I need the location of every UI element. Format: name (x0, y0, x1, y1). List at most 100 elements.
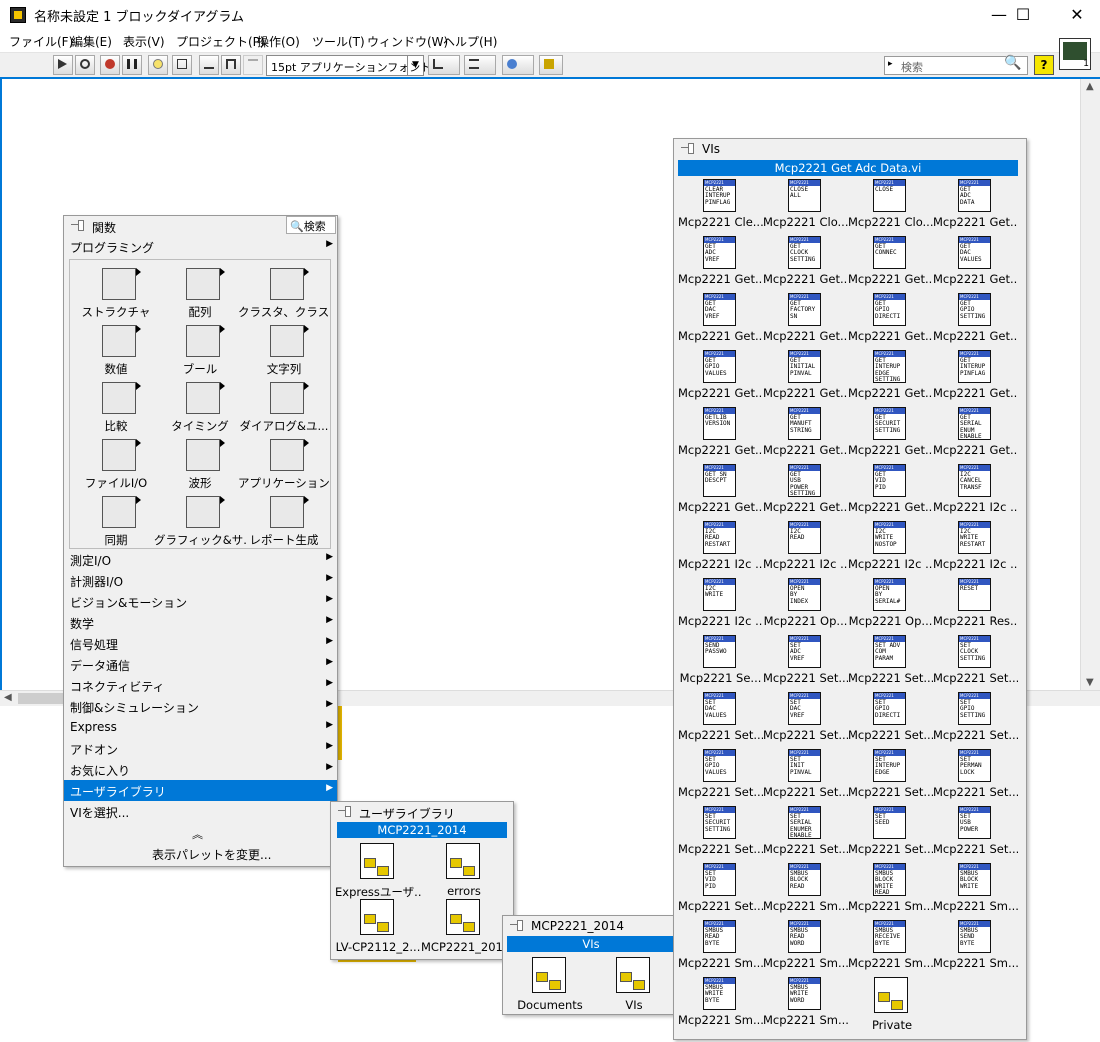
vi-item[interactable]: MCP2221 SMBUS RECEIVE BYTE Mcp2221 Sm... (848, 916, 933, 973)
align-objects-button[interactable] (428, 55, 460, 75)
mcp2221-folder-item[interactable]: MCP2221_2014 (421, 896, 507, 954)
vi-item[interactable]: MCP2221 CLOSE ALL Mcp2221 Clo... (763, 175, 848, 232)
reorder-button[interactable] (502, 55, 534, 75)
close-button[interactable]: ✕ (1054, 0, 1100, 30)
documents-folder-item[interactable]: Documents (507, 954, 593, 1012)
pin-icon[interactable] (337, 805, 351, 817)
run-button[interactable] (53, 55, 73, 75)
category-application-control[interactable]: アプリケーション... (238, 433, 330, 490)
vi-item[interactable]: MCP2221 I2C READ RESTART Mcp2221 I2c ... (678, 517, 763, 574)
category-array[interactable]: 配列 (154, 262, 246, 319)
vi-item[interactable]: MCP2221 SMBUS BLOCK WRITE Mcp2221 Sm... (933, 859, 1018, 916)
palette-item-user-libraries[interactable]: ユーザライブラリ ▶ (64, 780, 337, 801)
vi-item[interactable]: MCP2221 SET CLOCK SETTING Mcp2221 Set... (933, 631, 1018, 688)
pin-icon[interactable] (70, 219, 84, 231)
palette-item-data-communication[interactable]: データ通信 ▶ (64, 654, 337, 675)
vi-item[interactable]: MCP2221 OPEN BY INDEX Mcp2221 Op... (763, 574, 848, 631)
distribute-objects-button[interactable] (464, 55, 496, 75)
vi-item[interactable]: MCP2221 SMBUS READ WORD Mcp2221 Sm... (763, 916, 848, 973)
vi-item[interactable]: MCP2221 CLOSE Mcp2221 Clo... (848, 175, 933, 232)
category-cluster[interactable]: クラスタ、クラス... (238, 262, 330, 319)
vis-folder-item[interactable]: VIs (591, 954, 677, 1012)
pin-icon[interactable] (680, 142, 694, 154)
menu-project[interactable]: プロジェクト(P) (176, 33, 265, 50)
step-out-button[interactable] (243, 55, 263, 75)
highlight-execution-button[interactable] (148, 55, 168, 75)
palette-item-connectivity[interactable]: コネクティビティ ▶ (64, 675, 337, 696)
vi-item[interactable]: MCP2221 I2C WRITE NOSTOP Mcp2221 I2c ... (848, 517, 933, 574)
vertical-scrollbar[interactable]: ▲ ▼ (1080, 79, 1100, 690)
vi-item[interactable]: MCP2221 GET SECURIT SETTING Mcp2221 Get... (848, 403, 933, 460)
category-numeric[interactable]: 数値 (70, 319, 162, 376)
vi-item[interactable]: MCP2221 SMBUS WRITE BYTE Mcp2221 Sm... (678, 973, 763, 1030)
vi-item[interactable]: MCP2221 GET DAC VALUES Mcp2221 Get... (933, 232, 1018, 289)
scroll-down-icon[interactable]: ▼ (1086, 677, 1094, 688)
vi-icon[interactable]: 1 (1059, 38, 1091, 70)
vi-item[interactable]: MCP2221 GET ADC DATA Mcp2221 Get... (933, 175, 1018, 232)
font-select[interactable]: 15pt アプリケーションフォント ▼ (266, 55, 431, 76)
vi-item[interactable]: MCP2221 GETLIB VERSION Mcp2221 Get... (678, 403, 763, 460)
search-icon[interactable]: 🔍 (1004, 55, 1021, 71)
vi-item[interactable]: MCP2221 GET ADC VREF Mcp2221 Get... (678, 232, 763, 289)
vi-item[interactable]: MCP2221 GET INTERUP EDGE SETTING Mcp2221 G… (848, 346, 933, 403)
palette-item-instrument-io[interactable]: 計測器I/O ▶ (64, 570, 337, 591)
vi-item[interactable]: MCP2221 SEND PASSWO Mcp2221 Se... (678, 631, 763, 688)
errors-folder-item[interactable]: errors (421, 840, 507, 898)
vi-item[interactable]: MCP2221 GET USB POWER SETTING Mcp2221 Get.… (763, 460, 848, 517)
vi-item[interactable]: MCP2221 SET SERIAL ENUMER ENABLE Mcp2221 S… (763, 802, 848, 859)
vi-item[interactable]: MCP2221 I2C READ Mcp2221 I2c ... (763, 517, 848, 574)
vi-item[interactable]: MCP2221 SET DAC VREF Mcp2221 Set... (763, 688, 848, 745)
vi-item[interactable]: MCP2221 SMBUS READ BYTE Mcp2221 Sm... (678, 916, 763, 973)
palette-item-signal-processing[interactable]: 信号処理 ▶ (64, 633, 337, 654)
pin-icon[interactable] (509, 919, 523, 931)
vi-item[interactable]: MCP2221 SET SECURIT SETTING Mcp2221 Set... (678, 802, 763, 859)
menu-edit[interactable]: 編集(E) (71, 33, 112, 50)
vi-item[interactable]: MCP2221 GET VID PID Mcp2221 Get... (848, 460, 933, 517)
abort-button[interactable] (100, 55, 120, 75)
scroll-up-icon[interactable]: ▲ (1086, 81, 1094, 92)
vi-item[interactable]: MCP2221 GET MANUFT STRING Mcp2221 Get... (763, 403, 848, 460)
vi-item[interactable]: MCP2221 I2C CANCEL TRANSF Mcp2221 I2c ... (933, 460, 1018, 517)
vi-item[interactable]: MCP2221 I2C WRITE RESTART Mcp2221 I2c ... (933, 517, 1018, 574)
vi-item[interactable]: MCP2221 SMBUS WRITE WORD Mcp2221 Sm... (763, 973, 848, 1030)
menu-view[interactable]: 表示(V) (123, 33, 165, 50)
vi-item[interactable]: MCP2221 SMBUS BLOCK WRITE READ Mcp2221 Sm.… (848, 859, 933, 916)
private-folder-item[interactable]: Private (849, 974, 935, 1032)
pause-button[interactable] (122, 55, 142, 75)
vi-item[interactable]: MCP2221 GET INITIAL PINVAL Mcp2221 Get... (763, 346, 848, 403)
collapse-icon[interactable]: ︽ (192, 826, 203, 842)
vi-item[interactable]: MCP2221 SET INIT PINVAL Mcp2221 Set... (763, 745, 848, 802)
vi-item[interactable]: MCP2221 SET GPIO VALUES Mcp2221 Set... (678, 745, 763, 802)
category-file-io[interactable]: ファイルI/O (70, 433, 162, 490)
menu-help[interactable]: ヘルプ(H) (443, 33, 497, 50)
vi-item[interactable]: MCP2221 GET FACTORY SN Mcp2221 Get... (763, 289, 848, 346)
palette-item-mathematics[interactable]: 数学 ▶ (64, 612, 337, 633)
category-dialog[interactable]: ダイアログ&ユ... (238, 376, 330, 433)
category-timing[interactable]: タイミング (154, 376, 246, 433)
palette-item-express[interactable]: Express ▶ (64, 717, 337, 738)
scroll-left-icon[interactable]: ◀ (4, 692, 12, 703)
maximize-button[interactable]: ☐ (1000, 0, 1046, 30)
retain-wire-values-button[interactable] (172, 55, 192, 75)
context-help-button[interactable]: ? (1034, 55, 1054, 75)
palette-section-programming[interactable]: プログラミング ▶ (64, 236, 337, 257)
category-graphics-sound[interactable]: グラフィック&サ... (154, 490, 246, 547)
vi-item[interactable]: MCP2221 SET GPIO SETTING Mcp2221 Set... (933, 688, 1018, 745)
cleanup-diagram-button[interactable] (539, 55, 563, 75)
menu-tools[interactable]: ツール(T) (312, 33, 365, 50)
express-user-libraries-item[interactable]: Expressユーザ... (335, 840, 421, 899)
vi-item[interactable]: MCP2221 OPEN BY SERIAL# Mcp2221 Op... (848, 574, 933, 631)
vi-item[interactable]: MCP2221 GET SERIAL ENUM ENABLE Mcp2221 Get… (933, 403, 1018, 460)
vi-item[interactable]: MCP2221 GET CONNEC Mcp2221 Get... (848, 232, 933, 289)
vi-item[interactable]: MCP2221 GET SN DESCPT Mcp2221 Get... (678, 460, 763, 517)
category-structures[interactable]: ストラクチャ (70, 262, 162, 319)
palette-search-button[interactable]: 🔍検索 (286, 216, 336, 234)
change-visible-palettes-link[interactable]: 表示パレットを変更... (152, 846, 271, 863)
menu-window[interactable]: ウィンドウ(W) (367, 33, 448, 50)
vi-item[interactable]: MCP2221 GET DAC VREF Mcp2221 Get... (678, 289, 763, 346)
menu-operate[interactable]: 操作(O) (257, 33, 300, 50)
vi-item[interactable]: MCP2221 CLEAR INTERUP PINFLAG Mcp2221 Cle.… (678, 175, 763, 232)
vi-item[interactable]: MCP2221 SET USB POWER Mcp2221 Set... (933, 802, 1018, 859)
category-string[interactable]: 文字列 (238, 319, 330, 376)
category-synchronization[interactable]: 同期 (70, 490, 162, 547)
